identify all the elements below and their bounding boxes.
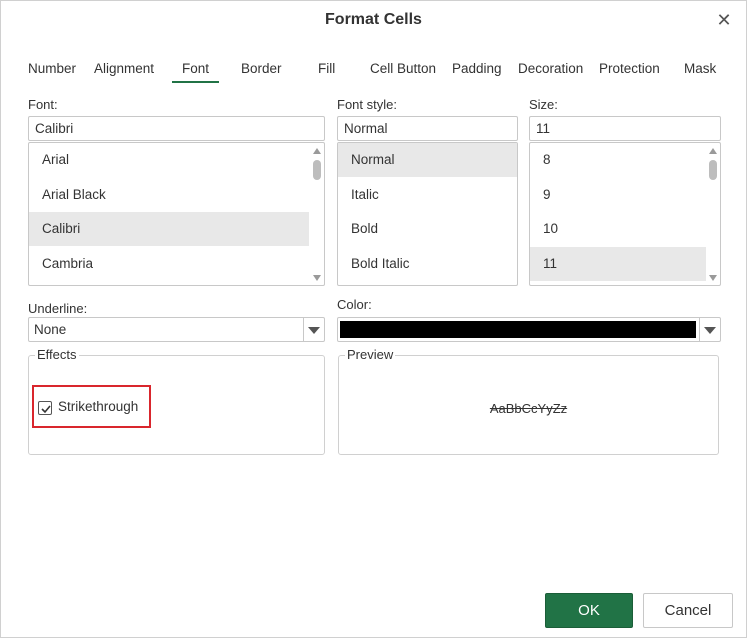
tab-border[interactable]: Border [241, 59, 282, 79]
underline-label: Underline: [28, 301, 88, 316]
size-list-item[interactable]: 9 [530, 178, 706, 212]
font-style-item[interactable]: Italic [338, 178, 517, 212]
preview-sample-text: AaBbCcYyZz [489, 401, 568, 416]
strikethrough-label[interactable]: Strikethrough [58, 399, 138, 414]
scroll-down-icon[interactable] [709, 275, 717, 281]
close-icon[interactable]: ✕ [716, 11, 732, 29]
font-style-label: Font style: [337, 97, 397, 112]
tab-fill[interactable]: Fill [318, 59, 335, 79]
font-style-item[interactable]: Bold Italic [338, 247, 517, 281]
font-list-item[interactable]: Arial [29, 143, 309, 177]
chevron-down-icon[interactable] [308, 327, 320, 334]
underline-dropdown[interactable]: None [28, 317, 325, 342]
font-list-item-selected[interactable]: Calibri [29, 212, 309, 246]
font-style-list[interactable]: Normal Italic Bold Bold Italic [337, 142, 518, 286]
font-style-input[interactable]: Normal [337, 116, 518, 141]
scrollbar-thumb[interactable] [313, 160, 321, 180]
size-label: Size: [529, 97, 558, 112]
color-label: Color: [337, 297, 372, 312]
color-swatch [340, 321, 696, 338]
chevron-down-icon[interactable] [704, 327, 716, 334]
tab-cell-button[interactable]: Cell Button [370, 59, 436, 79]
tab-bar: Number Alignment Font Border Fill Cell B… [1, 59, 746, 85]
tab-padding[interactable]: Padding [452, 59, 502, 79]
font-list-item[interactable]: Arial Black [29, 178, 309, 212]
font-label: Font: [28, 97, 58, 112]
tab-number[interactable]: Number [28, 59, 76, 79]
underline-value: None [34, 322, 67, 337]
dialog-title: Format Cells [325, 11, 422, 28]
strikethrough-checkbox[interactable] [38, 401, 52, 415]
size-input[interactable]: 11 [529, 116, 721, 141]
tab-mask[interactable]: Mask [684, 59, 716, 79]
size-list-item[interactable]: 10 [530, 212, 706, 246]
font-style-item-selected[interactable]: Normal [338, 143, 517, 177]
dropdown-separator [303, 318, 304, 341]
font-list[interactable]: Arial Arial Black Calibri Cambria [28, 142, 325, 286]
scroll-up-icon[interactable] [709, 148, 717, 154]
font-input[interactable]: Calibri [28, 116, 325, 141]
scroll-down-icon[interactable] [313, 275, 321, 281]
tab-decoration[interactable]: Decoration [518, 59, 583, 79]
scroll-up-icon[interactable] [313, 148, 321, 154]
tab-alignment[interactable]: Alignment [94, 59, 154, 79]
tab-font[interactable]: Font [171, 59, 220, 83]
tab-protection[interactable]: Protection [599, 59, 660, 79]
cancel-button[interactable]: Cancel [643, 593, 733, 628]
effects-legend: Effects [35, 347, 79, 362]
format-cells-dialog: Format Cells ✕ Number Alignment Font Bor… [0, 0, 747, 638]
size-list-item-selected[interactable]: 11 [530, 247, 706, 281]
checkmark-icon [41, 405, 51, 414]
scrollbar-thumb[interactable] [709, 160, 717, 180]
font-list-item[interactable]: Cambria [29, 247, 309, 281]
size-list-item[interactable]: 8 [530, 143, 706, 177]
dropdown-separator [699, 318, 700, 341]
size-list[interactable]: 8 9 10 11 [529, 142, 721, 286]
font-style-item[interactable]: Bold [338, 212, 517, 246]
color-dropdown[interactable] [337, 317, 721, 342]
preview-legend: Preview [345, 347, 396, 362]
ok-button[interactable]: OK [545, 593, 633, 628]
